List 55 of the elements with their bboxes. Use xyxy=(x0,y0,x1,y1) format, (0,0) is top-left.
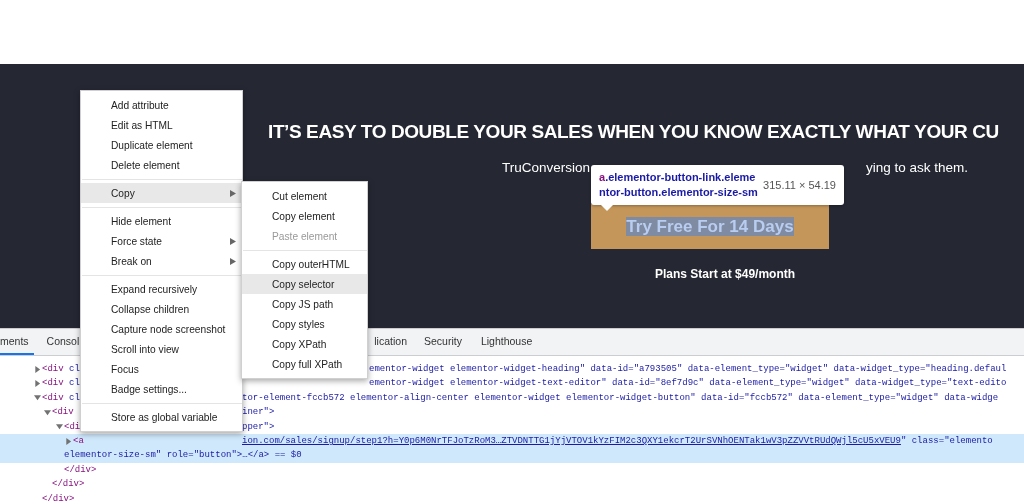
menu-item[interactable]: Collapse children xyxy=(81,299,242,319)
menu-item[interactable]: Delete element xyxy=(81,155,242,175)
menu-item[interactable]: Copy styles xyxy=(242,314,367,334)
devtools-tab[interactable]: Lighthouse xyxy=(480,329,538,355)
plans-text: Plans Start at $49/month xyxy=(655,267,797,281)
menu-item[interactable]: Break on xyxy=(81,251,242,271)
menu-item[interactable]: Copy xyxy=(81,183,242,203)
code-text: ementor-widget elementor-widget-heading" data-id="a793505" data-element_type="widget" data-widget_type="heading.defaul xyxy=(369,363,1007,376)
menu-item[interactable]: Force state xyxy=(81,231,242,251)
submenu-arrow-icon xyxy=(230,189,236,197)
collapse-triangle-icon[interactable] xyxy=(56,423,63,431)
devtools-tab[interactable]: lication xyxy=(374,329,412,355)
menu-item[interactable]: Badge settings... xyxy=(81,379,242,399)
collapse-triangle-icon[interactable] xyxy=(34,394,41,402)
code-row[interactable]: </div> xyxy=(0,491,1024,504)
devtools-tab[interactable]: ments xyxy=(0,329,34,355)
menu-item[interactable]: Copy element xyxy=(242,206,367,226)
submenu-arrow-icon xyxy=(230,237,236,245)
code-text: tor-element-fccb572 elementor-align-center elementor-widget elementor-widget-button" data-id="fccb572" data-element_type="widget" data-widge xyxy=(242,391,999,405)
menu-item[interactable]: Copy selector xyxy=(242,274,367,294)
menu-item[interactable]: Hide element xyxy=(81,211,242,231)
collapse-triangle-icon[interactable] xyxy=(44,408,51,416)
code-row[interactable]: <a ion.com/sales/signup/step1?h=Y0p6M0NrTFJoTzRoM3…ZTVDNTTG1jYjVTOV1kYzFIM2c3QXY1ekcrT2UrSVNhOENTak1wV3pZZVVtRUdQWjl5cU5xVEU9" class="elemento xyxy=(0,433,1024,449)
selector-text: a.elementor-button-link.eleme ntor-button.elementor-size-sm xyxy=(599,170,758,200)
size-text: 315.11 × 54.19 xyxy=(763,179,836,191)
code-row[interactable]: </div> xyxy=(0,462,1024,478)
code-text: <div cl xyxy=(42,363,80,376)
code-text: <di xyxy=(64,420,81,434)
code-text: <div xyxy=(52,406,74,420)
subtitle-text: ying to ask them. xyxy=(866,159,969,177)
expand-triangle-icon[interactable] xyxy=(34,380,41,388)
code-text: <div cl xyxy=(42,377,80,391)
subtitle-text: TruConversion xyxy=(502,159,591,177)
menu-item[interactable]: Copy outerHTML xyxy=(242,254,367,274)
menu-item[interactable]: Cut element xyxy=(242,186,367,206)
code-row[interactable]: </div> xyxy=(0,477,1024,492)
devtools-tab[interactable]: Security xyxy=(423,329,467,355)
menu-item[interactable]: Expand recursively xyxy=(81,279,242,299)
code-row[interactable]: elementor-size-sm" role="button">…</a> == $0 xyxy=(0,448,1024,463)
menu-item[interactable]: Focus xyxy=(81,359,242,379)
code-text: iner"> xyxy=(242,406,275,420)
menu-item[interactable]: Add attribute xyxy=(81,95,242,115)
menu-item[interactable]: Copy JS path xyxy=(242,294,367,314)
menu-item[interactable]: Copy XPath xyxy=(242,334,367,354)
menu-item[interactable]: Duplicate element xyxy=(81,135,242,155)
menu-item[interactable]: Edit as HTML xyxy=(81,115,242,135)
submenu-arrow-icon xyxy=(230,257,236,265)
headline: IT’S EASY TO DOUBLE YOUR SALES WHEN YOU KNOW EXACTLY WHAT YOUR CU xyxy=(268,121,999,143)
menu-item[interactable]: Copy full XPath xyxy=(242,354,367,374)
code-text: pper"> xyxy=(242,420,275,434)
menu-item[interactable]: Store as global variable xyxy=(81,407,242,427)
expand-triangle-icon[interactable] xyxy=(34,365,41,373)
code-text: ementor-widget elementor-widget-text-editor" data-id="8ef7d9c" data-element_type="widget" data-widget_type="text-edito xyxy=(369,377,1007,391)
expand-triangle-icon[interactable] xyxy=(65,437,72,445)
code-text: <div cl xyxy=(42,391,80,405)
